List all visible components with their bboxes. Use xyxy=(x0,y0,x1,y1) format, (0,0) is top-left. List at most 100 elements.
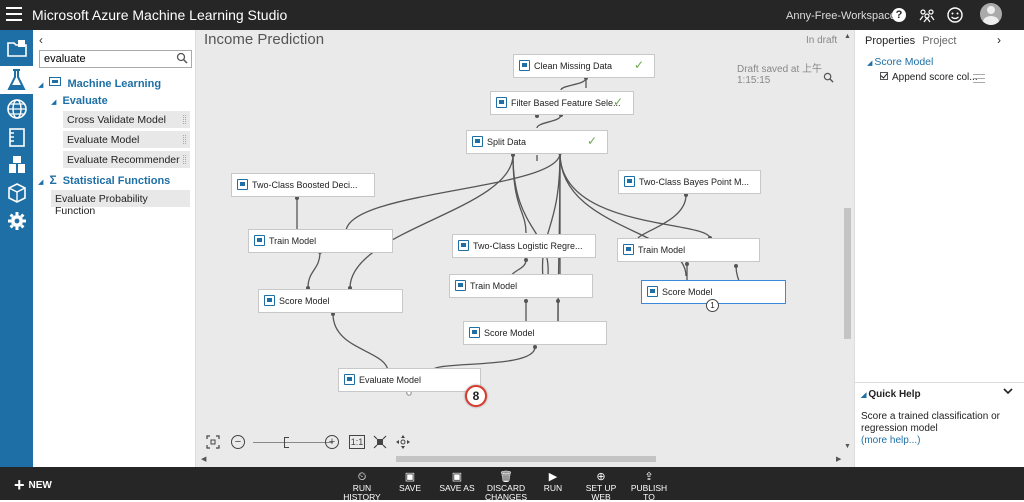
module-score-model-2[interactable]: Score Model xyxy=(463,321,607,345)
scroll-right-arrow-icon[interactable]: ▶ xyxy=(836,455,841,463)
module-label: Split Data xyxy=(487,137,527,147)
module-two-class-logistic-regression[interactable]: Two-Class Logistic Regre... xyxy=(452,234,596,258)
cmd-label: SET UP WEB xyxy=(585,483,617,502)
properties-pane: Properties Project › ◢ Score Model Append… xyxy=(854,30,1024,467)
save-as-button[interactable]: ▣ SAVE AS xyxy=(432,471,482,493)
module-filter-based-feature-selection[interactable]: Filter Based Feature Sele... ✓ xyxy=(490,91,634,115)
trained-models-icon[interactable] xyxy=(6,182,28,204)
checked-checkbox[interactable] xyxy=(880,72,888,80)
vertical-scrollbar[interactable] xyxy=(844,208,851,339)
module-train-model-3[interactable]: Train Model xyxy=(449,274,593,298)
properties-section-title[interactable]: ◢ Score Model xyxy=(867,56,933,68)
run-history-button[interactable]: ⏲ RUN HISTORY xyxy=(337,471,387,502)
set-up-web-service-button[interactable]: ⊕ SET UP WEB xyxy=(576,471,626,502)
chevron-down-icon[interactable] xyxy=(1003,386,1013,399)
experiments-icon[interactable] xyxy=(0,66,33,94)
module-evaluate-model[interactable]: Evaluate Model xyxy=(338,368,481,392)
quick-help-text: Score a trained classification or regres… xyxy=(861,411,1011,447)
publish-button[interactable]: ⇪ PUBLISH TO xyxy=(624,471,674,502)
module-two-class-bayes-point-machine[interactable]: Two-Class Bayes Point M... xyxy=(618,170,761,194)
zoom-slider-thumb[interactable] xyxy=(284,437,289,448)
minimap-icon[interactable] xyxy=(373,435,387,449)
palette-item-evaluate-recommender[interactable]: Evaluate Recommender xyxy=(63,151,190,168)
settings-gear-icon[interactable] xyxy=(6,210,28,232)
palette-search-input[interactable] xyxy=(39,50,192,68)
module-label: Two-Class Logistic Regre... xyxy=(473,241,583,251)
expand-pane-chevron-icon[interactable]: › xyxy=(997,33,1001,47)
append-score-columns-option[interactable]: Append score col... xyxy=(880,72,978,83)
workspace-name: Anny-Free-Workspace xyxy=(786,10,896,22)
web-services-icon[interactable] xyxy=(6,98,28,120)
cmd-label: DISCARD CHANGES xyxy=(484,483,528,502)
community-icon[interactable] xyxy=(918,6,936,24)
output-port-badge[interactable]: 1 xyxy=(706,299,719,312)
actual-size-button[interactable]: 1:1 xyxy=(349,435,365,449)
drag-grip-icon xyxy=(183,135,186,144)
pan-move-icon[interactable] xyxy=(396,435,410,449)
palette-item-evaluate-model[interactable]: Evaluate Model xyxy=(63,131,190,148)
module-icon xyxy=(458,240,469,251)
module-label: Score Model xyxy=(484,328,535,338)
column-selector-icon[interactable] xyxy=(973,74,985,83)
module-icon xyxy=(344,374,355,385)
module-train-model-2[interactable]: Train Model xyxy=(617,238,760,262)
notebooks-icon[interactable] xyxy=(6,126,28,148)
datasets-icon[interactable] xyxy=(6,154,28,176)
tab-project[interactable]: Project xyxy=(922,35,956,47)
run-button[interactable]: ▶ RUN xyxy=(528,471,578,493)
category-label: Machine Learning xyxy=(67,78,162,90)
item-label: Evaluate Probability Function xyxy=(55,193,148,217)
workspace-selector[interactable]: Anny-Free-Workspace▼ xyxy=(786,10,907,22)
module-score-model-1[interactable]: Score Model xyxy=(258,289,403,313)
checkmark-icon: ✓ xyxy=(586,134,597,148)
module-label: Two-Class Bayes Point M... xyxy=(639,177,750,187)
more-help-link[interactable]: (more help...) xyxy=(861,435,920,446)
module-train-model-1[interactable]: Train Model xyxy=(248,229,393,253)
scroll-up-arrow-icon[interactable]: ▲ xyxy=(844,33,851,40)
projects-icon[interactable] xyxy=(6,38,28,60)
category-evaluate[interactable]: ◢ Evaluate xyxy=(51,95,108,107)
module-label: Filter Based Feature Sele... xyxy=(511,98,621,108)
cmd-label: RUN xyxy=(543,483,563,493)
zoom-slider-track[interactable] xyxy=(253,442,333,443)
quick-help-title: ◢ Quick Help xyxy=(861,389,921,400)
drag-grip-icon xyxy=(183,155,186,164)
module-icon xyxy=(472,136,483,147)
search-icon[interactable] xyxy=(176,52,188,64)
scroll-left-arrow-icon[interactable]: ◀ xyxy=(201,455,206,463)
module-label: Evaluate Model xyxy=(359,375,422,385)
experiment-canvas[interactable]: Income Prediction In draft Draft saved a… xyxy=(196,30,854,467)
palette-item-cross-validate-model[interactable]: Cross Validate Model xyxy=(63,111,190,128)
discard-changes-button[interactable]: 🗑 DISCARD CHANGES xyxy=(481,471,531,502)
help-icon[interactable]: ? xyxy=(892,8,906,22)
module-clean-missing-data[interactable]: Clean Missing Data ✓ xyxy=(513,54,655,78)
module-two-class-boosted-decision-tree[interactable]: Two-Class Boosted Deci... xyxy=(231,173,375,197)
module-label: Score Model xyxy=(662,287,713,297)
fit-to-screen-icon[interactable] xyxy=(206,435,220,449)
category-statistical-functions[interactable]: ◢ Σ Statistical Functions xyxy=(38,173,170,187)
expanded-triangle-icon: ◢ xyxy=(867,60,873,67)
module-icon xyxy=(469,327,480,338)
collapse-palette-chevron-icon[interactable]: ‹ xyxy=(39,33,43,47)
zoom-toolbar: − + 1:1 xyxy=(206,435,416,451)
save-button[interactable]: ▣ SAVE xyxy=(385,471,435,493)
category-label: Evaluate xyxy=(62,95,108,107)
hamburger-menu-icon[interactable] xyxy=(6,7,22,21)
module-split-data[interactable]: Split Data ✓ xyxy=(466,130,608,154)
cmd-label: SAVE xyxy=(398,483,422,493)
module-label: Clean Missing Data xyxy=(534,61,613,71)
zoom-out-icon[interactable]: − xyxy=(231,435,245,449)
module-icon xyxy=(455,280,466,291)
tab-properties[interactable]: Properties xyxy=(865,35,915,47)
scroll-down-arrow-icon[interactable]: ▼ xyxy=(844,443,851,450)
user-avatar[interactable] xyxy=(980,3,1002,25)
new-button[interactable]: + NEW xyxy=(14,475,52,496)
category-machine-learning[interactable]: ◢ Machine Learning xyxy=(38,77,161,90)
zoom-in-icon[interactable]: + xyxy=(325,435,339,449)
horizontal-scrollbar[interactable] xyxy=(396,456,656,462)
palette-item-evaluate-probability-function[interactable]: Evaluate Probability Function xyxy=(51,190,190,217)
module-icon xyxy=(254,235,265,246)
properties-tabs: Properties Project xyxy=(865,35,960,47)
smiley-feedback-icon[interactable] xyxy=(946,6,964,24)
module-label: Two-Class Boosted Deci... xyxy=(252,180,358,190)
